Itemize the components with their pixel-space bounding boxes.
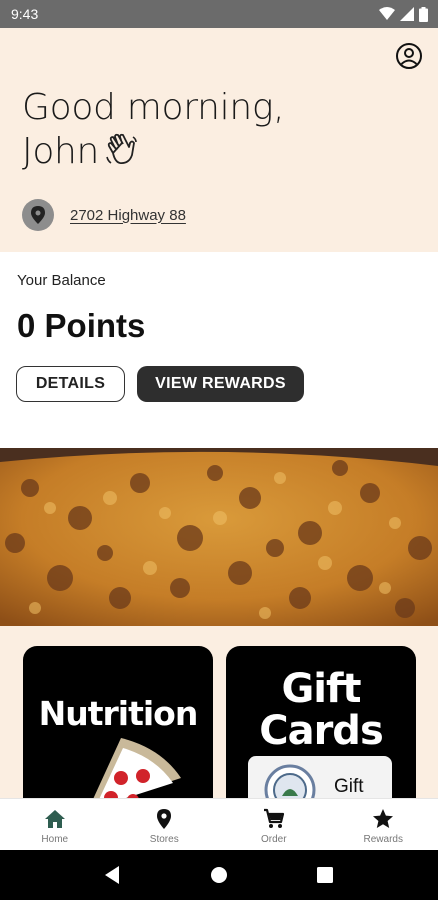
account-icon[interactable] xyxy=(395,42,423,70)
nav-order[interactable]: Order xyxy=(219,799,329,850)
home-icon xyxy=(44,810,65,828)
gift-card-label: Gift xyxy=(334,776,364,797)
nav-label-stores: Stores xyxy=(149,834,179,845)
back-icon[interactable] xyxy=(104,866,121,884)
signal-icon xyxy=(400,7,414,21)
points-balance: 0 Points xyxy=(17,307,146,344)
user-name: John xyxy=(22,131,100,172)
wifi-icon xyxy=(379,7,395,20)
location-pin-icon xyxy=(31,206,45,224)
status-bar: 9:43 xyxy=(0,0,438,28)
home-circle-icon[interactable] xyxy=(210,866,228,884)
pizza-photo xyxy=(0,448,438,626)
gift-card-image: Gift xyxy=(248,756,392,798)
nav-label-rewards: Rewards xyxy=(363,834,403,845)
view-rewards-button[interactable]: VIEW REWARDS xyxy=(137,366,304,402)
nav-rewards[interactable]: Rewards xyxy=(329,799,438,850)
waving-hand-icon xyxy=(106,133,137,164)
pizza-banner-image[interactable] xyxy=(0,448,438,626)
gift-title-line-1: Gift xyxy=(281,666,361,712)
store-location[interactable]: 2702 Highway 88 xyxy=(22,199,186,231)
location-pin-icon xyxy=(157,809,172,829)
nav-home[interactable]: Home xyxy=(0,799,110,850)
location-pin-badge xyxy=(22,199,54,231)
recents-icon[interactable] xyxy=(317,867,334,883)
star-icon xyxy=(373,809,394,828)
balance-label: Your Balance xyxy=(17,272,106,289)
gift-cards-tile[interactable]: Gift Cards Gift xyxy=(226,646,416,798)
nutrition-title: Nutrition xyxy=(38,694,199,733)
status-time: 9:43 xyxy=(11,6,39,22)
greeting-line-1: Good morning, xyxy=(22,87,285,128)
details-button[interactable]: DETAILS xyxy=(16,366,125,402)
cart-icon xyxy=(263,808,284,828)
balance-section: Your Balance 0 Points DETAILS VIEW REWAR… xyxy=(0,252,438,448)
gift-title-line-2: Cards xyxy=(259,708,384,754)
pizza-slice-icon xyxy=(93,738,181,798)
gift-card-logo-icon xyxy=(264,764,316,798)
greeting-header: Good morning, John 2702 Highway 88 xyxy=(0,28,438,252)
feature-tiles: Nutrition Gift Cards Gift xyxy=(0,626,438,798)
nav-label-order: Order xyxy=(260,834,287,845)
bottom-navigation: Home Stores Order Rewards xyxy=(0,798,438,850)
greeting: Good morning, John xyxy=(22,86,285,174)
status-icons xyxy=(379,6,428,22)
nav-stores[interactable]: Stores xyxy=(110,799,220,850)
store-address-link[interactable]: 2702 Highway 88 xyxy=(70,207,186,224)
gift-cards-title: Gift Cards xyxy=(226,668,416,752)
nav-label-home: Home xyxy=(41,834,69,845)
nutrition-tile[interactable]: Nutrition xyxy=(23,646,213,798)
system-navigation-bar xyxy=(0,850,438,900)
battery-icon xyxy=(419,6,428,22)
